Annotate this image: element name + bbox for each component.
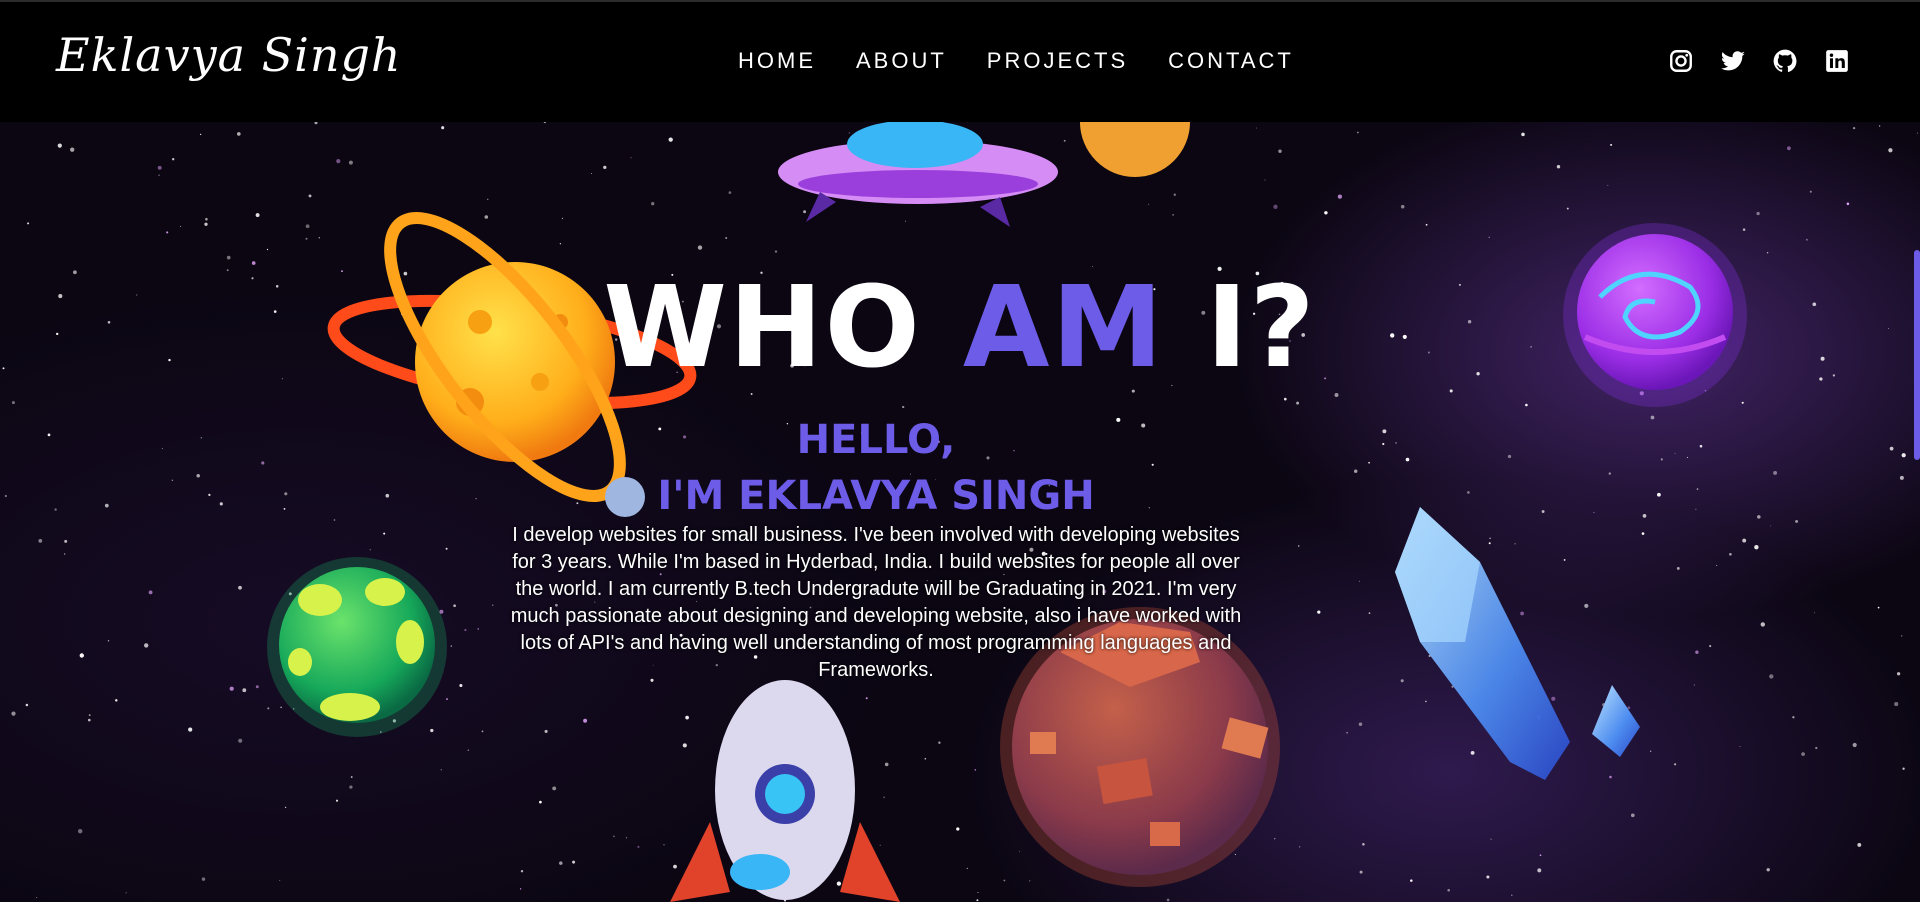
ufo-illustration xyxy=(778,122,1058,227)
navbar: Eklavya Singh HOME ABOUT PROJECTS CONTAC… xyxy=(0,0,1920,122)
hero-section: WHO AM I? HELLO, I'M EKLAVYA SINGH I dev… xyxy=(0,122,1920,902)
nav-links: HOME ABOUT PROJECTS CONTACT xyxy=(738,48,1334,74)
nav-home-link[interactable]: HOME xyxy=(738,48,816,74)
linkedin-icon[interactable] xyxy=(1824,48,1850,74)
hero-title: WHO AM I? xyxy=(0,272,1920,384)
nav-about-link[interactable]: ABOUT xyxy=(856,48,947,74)
rocket-illustration xyxy=(670,680,900,902)
social-links xyxy=(1668,48,1850,74)
nav-contact-link[interactable]: CONTACT xyxy=(1168,48,1294,74)
twitter-icon[interactable] xyxy=(1720,48,1746,74)
hero-title-i: I? xyxy=(1205,263,1317,393)
brand-logo[interactable]: Eklavya Singh xyxy=(56,28,402,82)
hero-title-who: WHO xyxy=(603,263,922,393)
github-icon[interactable] xyxy=(1772,48,1798,74)
green-planet-illustration xyxy=(267,557,447,737)
orange-planet-illustration xyxy=(1080,122,1190,177)
name-heading: I'M EKLAVYA SINGH xyxy=(657,473,1095,519)
page-scrollbar-thumb[interactable] xyxy=(1914,250,1920,460)
hero-title-am: AM xyxy=(962,263,1165,393)
hello-heading: HELLO, xyxy=(796,417,956,463)
crystal-illustration xyxy=(1395,507,1640,780)
nav-projects-link[interactable]: PROJECTS xyxy=(987,48,1128,74)
instagram-icon[interactable] xyxy=(1668,48,1694,74)
bio-paragraph: I develop websites for small business. I… xyxy=(510,524,1242,681)
